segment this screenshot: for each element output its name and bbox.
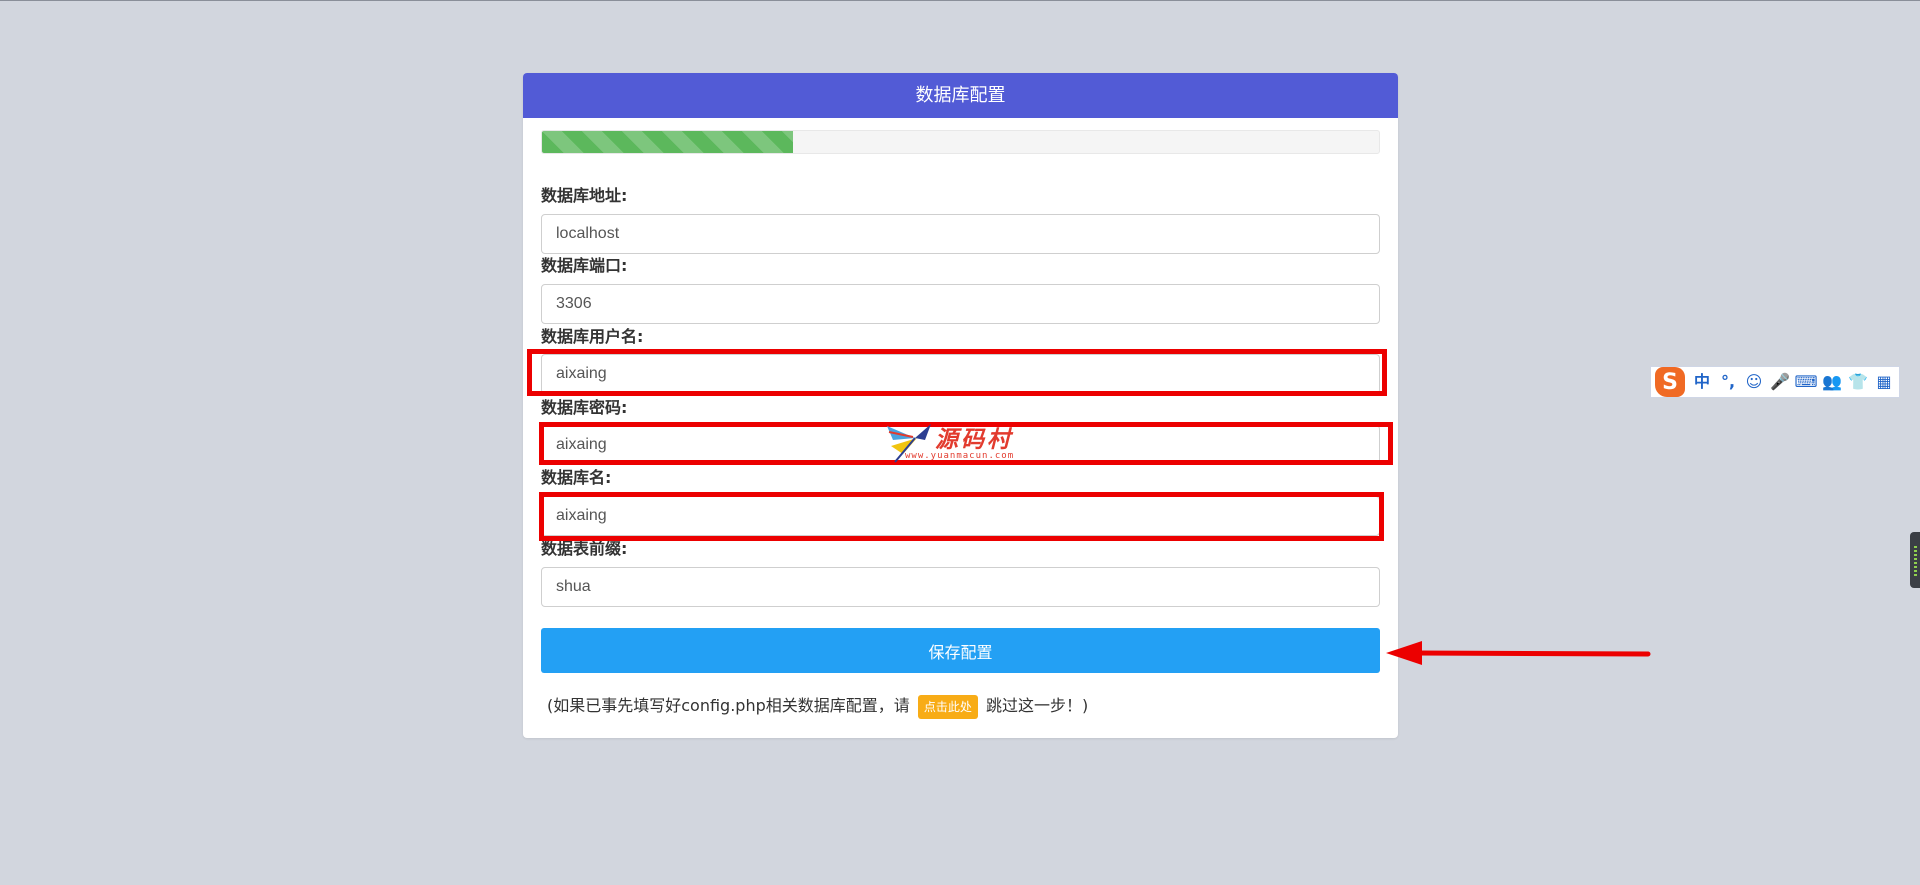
db-port-label: 数据库端口: (541, 256, 628, 275)
ime-keyboard-icon[interactable]: ⌨ (1793, 367, 1819, 397)
top-border (0, 0, 1920, 1)
db-config-panel: 数据库配置 数据库地址: 数据库端口: 数据库用户名: 数据库密码: 数据库名:… (523, 73, 1398, 738)
ime-voice-icon[interactable]: 🎤 (1767, 367, 1793, 397)
table-prefix-input[interactable] (541, 567, 1380, 607)
ime-user-icon[interactable]: 👥 (1819, 367, 1845, 397)
ime-emoji-icon[interactable]: ☺ (1741, 367, 1767, 397)
highlight-box-dbname (539, 492, 1384, 541)
db-password-label: 数据库密码: (541, 398, 628, 417)
ime-toolbox-icon[interactable]: ▦ (1871, 367, 1897, 397)
ime-skin-icon[interactable]: 👕 (1845, 367, 1871, 397)
progress-fill (542, 131, 794, 153)
watermark-text: 源码村 (935, 426, 1013, 453)
skip-note: (如果已事先填写好config.php相关数据库配置，请 点击此处 跳过这一步！… (547, 694, 1088, 719)
side-widget-tab[interactable] (1910, 532, 1920, 588)
db-name-label: 数据库名: (541, 468, 612, 487)
ime-punctuation-icon[interactable]: °, (1715, 367, 1741, 397)
db-port-input[interactable] (541, 284, 1380, 324)
panel-title: 数据库配置 (523, 73, 1398, 118)
note-suffix: 跳过这一步！) (985, 696, 1089, 715)
save-config-button[interactable]: 保存配置 (541, 628, 1380, 673)
progress-bar (541, 130, 1380, 154)
note-prefix: (如果已事先填写好config.php相关数据库配置，请 (547, 696, 910, 715)
ime-chinese-mode-icon[interactable]: 中 (1689, 367, 1715, 397)
ime-toolbar[interactable]: S 中 °, ☺ 🎤 ⌨ 👥 👕 ▦ (1650, 366, 1900, 398)
skip-link[interactable]: 点击此处 (917, 694, 978, 719)
db-host-input[interactable] (541, 214, 1380, 254)
watermark-url: www.yuanmacun.com (905, 451, 1015, 461)
watermark-logo: 源码村 www.yuanmacun.com (885, 418, 1037, 464)
db-host-label: 数据库地址: (541, 186, 628, 205)
sogou-logo-icon[interactable]: S (1655, 367, 1685, 397)
highlight-box-username (527, 349, 1387, 396)
table-prefix-label: 数据表前缀: (541, 539, 628, 558)
annotation-arrow-icon (1386, 641, 1651, 665)
db-user-label: 数据库用户名: (541, 327, 644, 346)
